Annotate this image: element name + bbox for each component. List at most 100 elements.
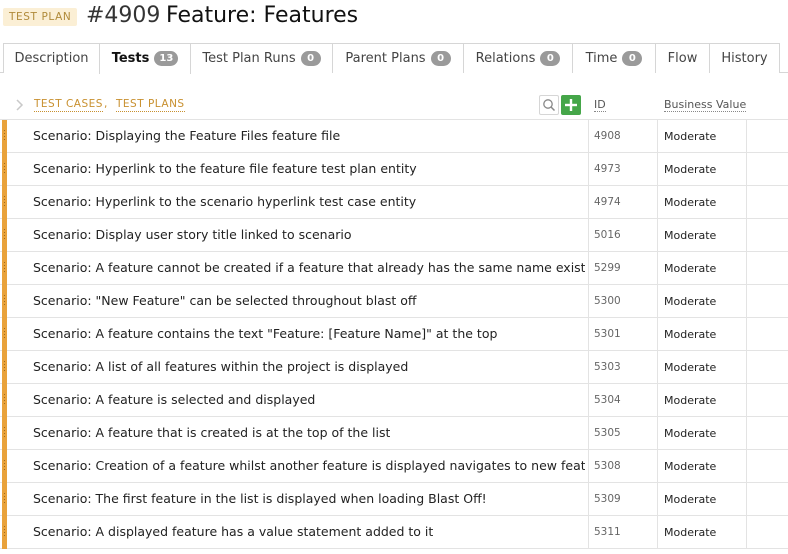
table-row[interactable]: Scenario: A feature that is created is a…	[0, 417, 788, 450]
parent-plans-count-badge: 0	[430, 51, 451, 66]
table-row[interactable]: Scenario: The first feature in the list …	[0, 483, 788, 516]
column-divider	[657, 285, 658, 318]
column-header-id[interactable]: ID	[594, 98, 606, 112]
drag-handle-icon[interactable]	[3, 492, 6, 505]
column-divider	[657, 252, 658, 285]
test-case-name[interactable]: Scenario: Hyperlink to the scenario hype…	[33, 194, 416, 209]
column-divider	[588, 384, 589, 417]
table-row[interactable]: Scenario: A list of all features within …	[0, 351, 788, 384]
drag-handle-icon[interactable]	[3, 525, 6, 538]
column-divider	[746, 483, 747, 516]
test-case-name[interactable]: Scenario: Displaying the Feature Files f…	[33, 128, 340, 143]
tab-label: Description	[14, 51, 89, 66]
search-button[interactable]	[539, 95, 559, 115]
column-divider	[657, 318, 658, 351]
tab-test-plan-runs[interactable]: Test Plan Runs 0	[190, 43, 333, 73]
business-value[interactable]: Moderate	[664, 427, 716, 440]
business-value[interactable]: Moderate	[664, 196, 716, 209]
tab-parent-plans[interactable]: Parent Plans 0	[332, 43, 464, 73]
test-case-name[interactable]: Scenario: A list of all features within …	[33, 359, 408, 374]
business-value[interactable]: Moderate	[664, 361, 716, 374]
column-divider	[588, 450, 589, 483]
test-case-name[interactable]: Scenario: Creation of a feature whilst a…	[33, 458, 585, 473]
column-header-business-value[interactable]: Business Value	[664, 98, 747, 112]
business-value[interactable]: Moderate	[664, 262, 716, 275]
test-case-name[interactable]: Scenario: A displayed feature has a valu…	[33, 524, 433, 539]
drag-handle-icon[interactable]	[3, 393, 6, 406]
tab-flow[interactable]: Flow	[655, 43, 710, 73]
tab-description[interactable]: Description	[3, 43, 100, 73]
tab-relations[interactable]: Relations 0	[463, 43, 573, 73]
table-row[interactable]: Scenario: A feature contains the text "F…	[0, 318, 788, 351]
table-row[interactable]: Scenario: Hyperlink to the scenario hype…	[0, 186, 788, 219]
column-divider	[746, 450, 747, 483]
test-list: Scenario: Displaying the Feature Files f…	[0, 120, 788, 549]
test-case-name[interactable]: Scenario: "New Feature" can be selected …	[33, 293, 417, 308]
entity-header: TEST PLAN #4909 Feature: Features	[0, 0, 788, 40]
drag-handle-icon[interactable]	[3, 195, 6, 208]
business-value[interactable]: Moderate	[664, 394, 716, 407]
business-value[interactable]: Moderate	[664, 328, 716, 341]
business-value[interactable]: Moderate	[664, 460, 716, 473]
test-case-name[interactable]: Scenario: Display user story title linke…	[33, 227, 352, 242]
entity-id: #4909	[86, 3, 161, 28]
test-case-id: 4973	[594, 163, 621, 175]
table-row[interactable]: Scenario: Displaying the Feature Files f…	[0, 120, 788, 153]
relations-count-badge: 0	[540, 51, 561, 66]
column-divider	[588, 516, 589, 549]
test-case-name[interactable]: Scenario: A feature is selected and disp…	[33, 392, 315, 407]
test-case-name[interactable]: Scenario: A feature cannot be created if…	[33, 260, 585, 275]
test-case-name[interactable]: Scenario: A feature that is created is a…	[33, 425, 390, 440]
entity-title[interactable]: Feature: Features	[166, 3, 358, 28]
column-divider	[657, 351, 658, 384]
drag-handle-icon[interactable]	[3, 459, 6, 472]
test-case-name[interactable]: Scenario: The first feature in the list …	[33, 491, 487, 506]
table-row[interactable]: Scenario: Creation of a feature whilst a…	[0, 450, 788, 483]
test-case-id: 5303	[594, 361, 621, 373]
test-case-id: 5311	[594, 526, 621, 538]
entity-type-badge[interactable]: TEST PLAN	[3, 8, 78, 26]
drag-handle-icon[interactable]	[3, 162, 6, 175]
tab-label: Tests	[111, 51, 150, 66]
header-test-plans[interactable]: TEST PLANS	[116, 98, 185, 112]
business-value[interactable]: Moderate	[664, 295, 716, 308]
drag-handle-icon[interactable]	[3, 327, 6, 340]
table-row[interactable]: Scenario: A feature cannot be created if…	[0, 252, 788, 285]
add-test-button[interactable]	[561, 95, 581, 115]
business-value[interactable]: Moderate	[664, 229, 716, 242]
business-value[interactable]: Moderate	[664, 493, 716, 506]
header-test-cases[interactable]: TEST CASES	[34, 98, 103, 112]
test-case-id: 5300	[594, 295, 621, 307]
business-value[interactable]: Moderate	[664, 130, 716, 143]
business-value[interactable]: Moderate	[664, 163, 716, 176]
column-divider	[657, 483, 658, 516]
tab-label: Parent Plans	[345, 51, 426, 66]
table-row[interactable]: Scenario: Hyperlink to the feature file …	[0, 153, 788, 186]
column-divider	[746, 384, 747, 417]
table-row[interactable]: Scenario: "New Feature" can be selected …	[0, 285, 788, 318]
drag-handle-icon[interactable]	[3, 426, 6, 439]
column-divider	[746, 351, 747, 384]
table-row[interactable]: Scenario: A feature is selected and disp…	[0, 384, 788, 417]
test-case-name[interactable]: Scenario: Hyperlink to the feature file …	[33, 161, 417, 176]
chevron-right-icon[interactable]	[14, 98, 26, 112]
test-case-id: 5016	[594, 229, 621, 241]
drag-handle-icon[interactable]	[3, 294, 6, 307]
tab-tests[interactable]: Tests 13	[99, 43, 191, 74]
test-case-name[interactable]: Scenario: A feature contains the text "F…	[33, 326, 497, 341]
drag-handle-icon[interactable]	[3, 228, 6, 241]
plus-icon	[565, 99, 577, 111]
test-case-id: 5301	[594, 328, 621, 340]
business-value[interactable]: Moderate	[664, 526, 716, 539]
drag-handle-icon[interactable]	[3, 360, 6, 373]
tab-time[interactable]: Time 0	[572, 43, 656, 73]
tab-history[interactable]: History	[709, 43, 780, 73]
column-divider	[588, 252, 589, 285]
test-plan-runs-count-badge: 0	[300, 51, 321, 66]
column-divider	[657, 186, 658, 219]
drag-handle-icon[interactable]	[3, 129, 6, 142]
table-row[interactable]: Scenario: Display user story title linke…	[0, 219, 788, 252]
table-row[interactable]: Scenario: A displayed feature has a valu…	[0, 516, 788, 549]
drag-handle-icon[interactable]	[3, 261, 6, 274]
test-case-id: 4974	[594, 196, 621, 208]
